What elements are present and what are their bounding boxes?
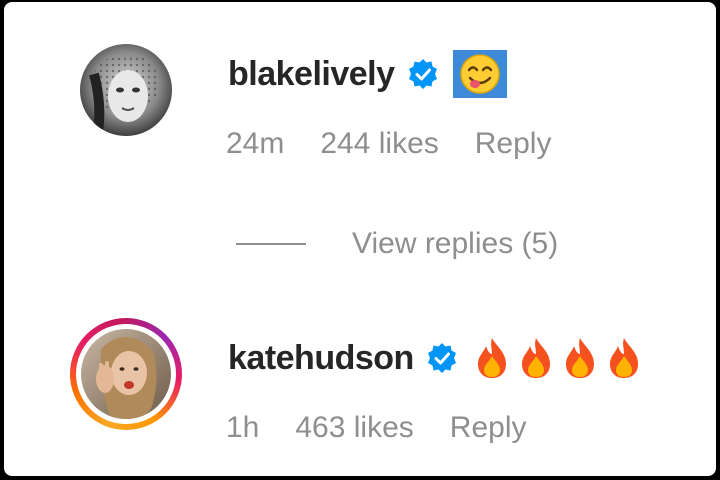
timestamp: 1h [226,411,260,444]
comment-meta: 24m 244 likes Reply [226,124,587,164]
username[interactable]: blakelively [228,55,395,94]
comment-header: katehudson [228,332,644,384]
likes-count[interactable]: 463 likes [295,411,413,445]
view-replies-button[interactable]: View replies (5) [236,224,558,264]
comment-katehudson: katehudson 1h 463 likes Reply [4,302,716,476]
fire-emoji-icon [472,336,512,380]
replies-divider [236,243,306,245]
fire-emoji-icon [516,336,556,380]
reply-button[interactable]: Reply [475,127,552,161]
timestamp: 24m [226,127,285,160]
fire-emoji-icon [560,336,600,380]
reply-button[interactable]: Reply [450,411,527,445]
username[interactable]: katehudson [228,339,414,378]
view-replies-label: View replies (5) [352,227,559,260]
comment-text [472,336,644,380]
comment-blakelively: blakelively 24m 244 likes Reply [4,2,716,202]
yum-face-emoji-icon [452,50,507,98]
verified-badge-icon [407,58,439,90]
fire-emoji-icon [604,336,644,380]
avatar[interactable] [81,329,171,419]
comments-panel: blakelively 24m 244 likes Reply View rep… [4,2,716,476]
verified-badge-icon [426,342,458,374]
comment-meta: 1h 463 likes Reply [226,408,562,448]
comment-header: blakelively [228,48,507,100]
likes-count[interactable]: 244 likes [320,127,438,161]
avatar[interactable] [80,44,172,136]
